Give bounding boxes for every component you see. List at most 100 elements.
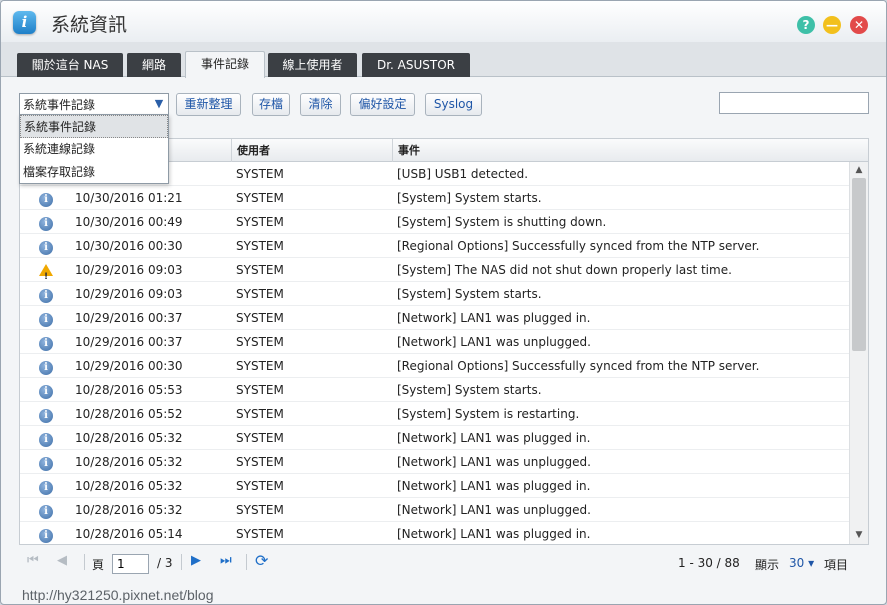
row-user: SYSTEM [236, 335, 284, 349]
info-icon: i [39, 409, 53, 423]
row-user: SYSTEM [236, 263, 284, 277]
info-icon: i [39, 457, 53, 471]
clear-button[interactable]: 清除 [300, 93, 341, 116]
per-page-select[interactable]: 30 ▾ [789, 556, 814, 570]
row-level-cell: i [39, 282, 55, 306]
table-row[interactable]: i 10/28/2016 05:32 SYSTEM [Network] LAN1 wa… [20, 450, 849, 474]
row-event: [System] System starts. [397, 383, 542, 397]
row-level-cell: i [39, 354, 55, 378]
scroll-up-icon[interactable]: ▲ [850, 163, 868, 177]
row-time: 10/28/2016 05:14 [75, 527, 183, 541]
page-number-input[interactable] [112, 554, 149, 574]
row-level-cell: i [39, 210, 55, 234]
row-user: SYSTEM [236, 215, 284, 229]
chevron-down-icon[interactable]: ▼ [150, 94, 168, 114]
pager-divider [181, 554, 182, 570]
tab-dr-asustor[interactable]: Dr. ASUSTOR [362, 53, 470, 77]
per-page-value: 30 [789, 556, 805, 570]
help-icon[interactable]: ? [797, 16, 815, 34]
tab-about-nas[interactable]: 關於這台 NAS [17, 53, 123, 77]
info-icon: i [39, 289, 53, 303]
row-event: [System] The NAS did not shut down prope… [397, 263, 732, 277]
row-event: [USB] USB1 detected. [397, 167, 529, 181]
row-user: SYSTEM [236, 167, 284, 181]
row-event: [Network] LAN1 was plugged in. [397, 527, 591, 541]
search-input[interactable] [719, 92, 869, 114]
row-event: [Network] LAN1 was unplugged. [397, 503, 591, 517]
dropdown-option-connection-log[interactable]: 系統連線記錄 [20, 138, 168, 161]
row-user: SYSTEM [236, 527, 284, 541]
dropdown-option-file-access-log[interactable]: 檔案存取記錄 [20, 161, 168, 184]
row-user: SYSTEM [236, 407, 284, 421]
column-user[interactable]: 使用者 [231, 139, 391, 162]
row-event: [Network] LAN1 was plugged in. [397, 479, 591, 493]
vertical-scrollbar[interactable]: ▲ ▼ [849, 162, 868, 544]
table-row[interactable]: 10/29/2016 09:03 SYSTEM [System] The NAS d… [20, 258, 849, 289]
refresh-button[interactable]: 重新整理 [176, 93, 241, 116]
page-label: 頁 [92, 558, 105, 572]
info-icon: i [39, 481, 53, 495]
row-user: SYSTEM [236, 383, 284, 397]
table-row[interactable]: i 10/29/2016 09:03 SYSTEM [System] System s… [20, 282, 849, 306]
close-icon[interactable]: ✕ [850, 16, 868, 34]
log-type-value: 系統事件記錄 [23, 98, 96, 112]
table-row[interactable]: i 10/28/2016 05:53 SYSTEM [System] System s… [20, 378, 849, 402]
dropdown-option-system-events[interactable]: 系統事件記錄 [20, 115, 168, 138]
next-page-icon[interactable]: ▶ [191, 553, 201, 568]
row-time: 10/29/2016 00:30 [75, 359, 183, 373]
row-time: 10/29/2016 00:37 [75, 335, 183, 349]
syslog-button[interactable]: Syslog [425, 93, 482, 116]
info-app-icon: i [13, 11, 36, 34]
row-user: SYSTEM [236, 311, 284, 325]
table-row[interactable]: i 10/30/2016 00:49 SYSTEM [System] System i… [20, 210, 849, 234]
last-page-icon[interactable]: ⏭ [220, 553, 232, 568]
first-page-icon[interactable]: ⏮ [27, 553, 39, 568]
row-user: SYSTEM [236, 359, 284, 373]
row-time: 10/28/2016 05:53 [75, 383, 183, 397]
info-icon: i [39, 337, 53, 351]
row-time: 10/28/2016 05:32 [75, 503, 183, 517]
table-row[interactable]: i 10/28/2016 05:32 SYSTEM [Network] LAN1 wa… [20, 474, 849, 498]
row-time: 10/28/2016 05:32 [75, 479, 183, 493]
table-row[interactable]: i 10/29/2016 00:30 SYSTEM [Regional Options… [20, 354, 849, 378]
save-button[interactable]: 存檔 [252, 93, 290, 116]
tab-network[interactable]: 網路 [127, 53, 181, 77]
row-event: [Network] LAN1 was unplugged. [397, 335, 591, 349]
row-event: [Network] LAN1 was unplugged. [397, 455, 591, 469]
preferences-button[interactable]: 偏好設定 [350, 93, 415, 116]
row-user: SYSTEM [236, 431, 284, 445]
row-level-cell: i [39, 330, 55, 354]
previous-page-icon[interactable]: ◀ [57, 553, 67, 568]
refresh-icon[interactable]: ⟳ [255, 551, 268, 570]
info-icon: i [39, 313, 53, 327]
window-title: 系統資訊 [51, 14, 128, 36]
table-row[interactable]: i 10/29/2016 00:37 SYSTEM [Network] LAN1 wa… [20, 306, 849, 330]
row-event: [Network] LAN1 was plugged in. [397, 431, 591, 445]
info-icon: i [39, 217, 53, 231]
tab-event-log[interactable]: 事件記錄 [185, 51, 265, 78]
row-time: 10/30/2016 01:21 [75, 191, 183, 205]
column-event[interactable]: 事件 [392, 139, 868, 162]
row-level-cell: i [39, 474, 55, 498]
table-row[interactable]: i 10/28/2016 05:32 SYSTEM [Network] LAN1 wa… [20, 498, 849, 522]
minimize-icon[interactable]: — [823, 16, 841, 34]
table-row[interactable]: i 10/30/2016 00:30 SYSTEM [Regional Options… [20, 234, 849, 258]
pagination-bar: ⏮ ◀ 頁 / 3 ▶ ⏭ ⟳ 1 - 30 / 88 顯示 30 ▾ 項目 [19, 549, 869, 577]
scroll-down-icon[interactable]: ▼ [850, 528, 868, 542]
table-row[interactable]: i 10/28/2016 05:14 SYSTEM [Network] LAN1 wa… [20, 522, 849, 544]
log-type-select[interactable]: 系統事件記錄 ▼ [19, 93, 169, 115]
scroll-thumb[interactable] [852, 178, 866, 351]
table-row[interactable]: i 10/29/2016 00:37 SYSTEM [Network] LAN1 wa… [20, 330, 849, 354]
table-row[interactable]: i 10/30/2016 01:21 SYSTEM [System] System s… [20, 186, 849, 210]
pager-divider [246, 554, 247, 570]
row-level-cell: i [39, 306, 55, 330]
row-level-cell: i [39, 498, 55, 522]
table-row[interactable]: i 10/28/2016 05:32 SYSTEM [Network] LAN1 wa… [20, 426, 849, 450]
row-level-cell: i [39, 450, 55, 474]
table-row[interactable]: i 10/28/2016 05:52 SYSTEM [System] System i… [20, 402, 849, 426]
row-time: 10/28/2016 05:32 [75, 455, 183, 469]
tab-online-users[interactable]: 線上使用者 [268, 53, 357, 77]
tab-bar: 關於這台 NAS 網路 事件記錄 線上使用者 Dr. ASUSTOR [1, 42, 886, 78]
info-icon: i [39, 193, 53, 207]
info-icon: i [39, 529, 53, 543]
